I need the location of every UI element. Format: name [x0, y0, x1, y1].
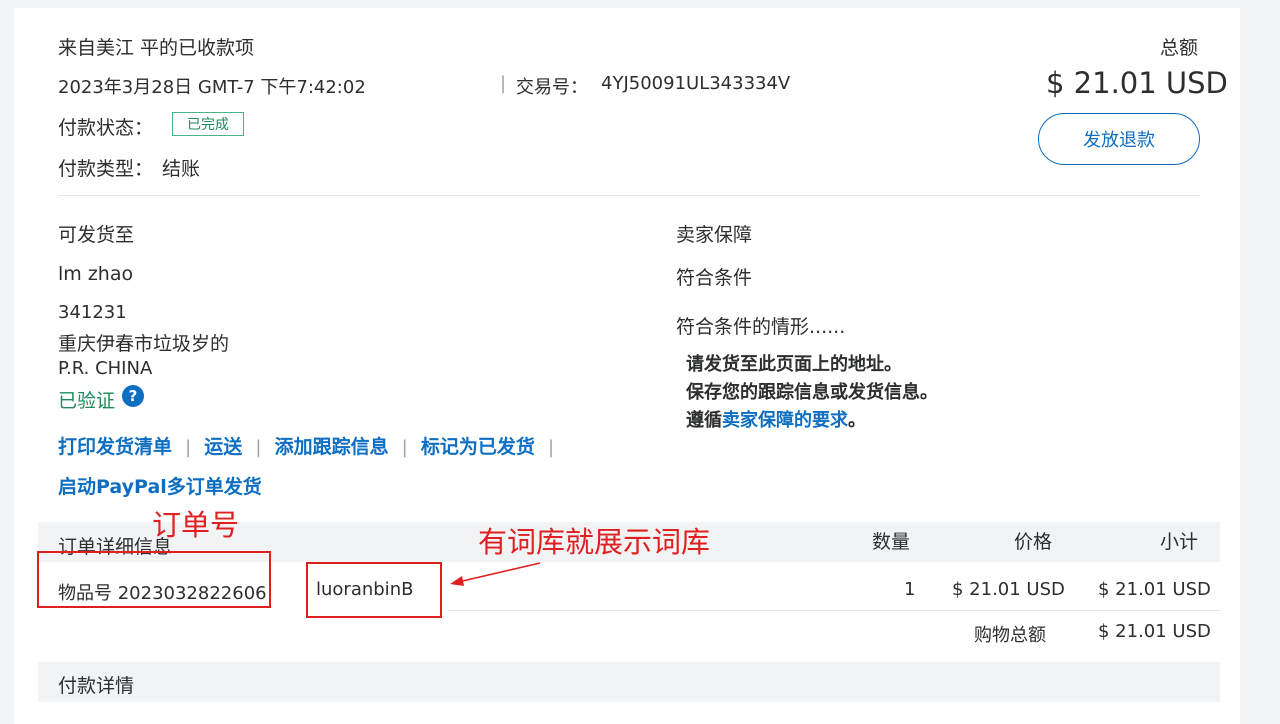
item-quantity: 1 [904, 579, 916, 600]
transaction-datetime: 2023年3月28日 GMT-7 下午7:42:02 [58, 77, 366, 98]
payment-from-label: 来自美江 平的已收款项 [58, 37, 255, 59]
condition-line-3-prefix: 遵循 [686, 410, 722, 431]
mark-shipped-link[interactable]: 标记为已发货 [421, 436, 535, 458]
seller-protection-requirements-link[interactable]: 卖家保障的要求 [722, 410, 848, 431]
payment-details-header [38, 662, 1220, 702]
item-price: $ 21.01 USD [952, 579, 1065, 600]
multi-order-shipping-link[interactable]: 启动PayPal多订单发货 [58, 472, 262, 499]
total-label: 总额 [1160, 37, 1199, 59]
transaction-id: 4YJ50091UL343334V [601, 73, 791, 94]
column-quantity: 数量 [872, 531, 911, 553]
annotation-order-number: 订单号 [152, 508, 240, 542]
total-amount: $ 21.01 USD [1046, 66, 1228, 100]
condition-line-2: 保存您的跟踪信息或发货信息。 [686, 382, 938, 403]
condition-line-1: 请发货至此页面上的地址。 [686, 354, 902, 375]
help-icon[interactable]: ? [122, 385, 144, 407]
column-price: 价格 [1014, 531, 1053, 553]
cart-total-label: 购物总额 [974, 625, 1046, 646]
shipping-actions: 打印发货清单 | 运送 | 添加跟踪信息 | 标记为已发货 | [58, 432, 562, 459]
divider [58, 195, 1200, 196]
ship-to-title: 可发货至 [58, 224, 135, 246]
cart-total-value: $ 21.01 USD [1098, 621, 1211, 642]
payment-details-title: 付款详情 [58, 675, 135, 697]
seller-protection-title: 卖家保障 [676, 224, 753, 246]
payment-type-label: 付款类型： [58, 158, 154, 180]
annotation-box-item-number [37, 551, 271, 608]
separator: | [255, 437, 262, 458]
ship-link[interactable]: 运送 [204, 436, 242, 458]
separator: | [185, 437, 192, 458]
column-subtotal: 小计 [1160, 531, 1199, 553]
payment-type-value: 结账 [162, 158, 201, 180]
conditions-title: 符合条件的情形...... [676, 316, 846, 338]
print-packing-slip-link[interactable]: 打印发货清单 [58, 436, 172, 458]
country: P.R. CHINA [58, 358, 153, 379]
item-subtotal: $ 21.01 USD [1098, 579, 1211, 600]
condition-line-3-suffix: 。 [848, 410, 866, 431]
eligibility-status: 符合条件 [676, 267, 753, 289]
issue-refund-button[interactable]: 发放退款 [1038, 113, 1200, 165]
separator: | [401, 437, 408, 458]
status-badge: 已完成 [172, 112, 244, 136]
postal-code: 341231 [58, 302, 127, 323]
divider [448, 610, 1220, 611]
recipient-name: lm zhao [58, 263, 134, 285]
condition-line-3: 遵循卖家保障的要求。 [686, 406, 866, 432]
annotation-arrow-icon [450, 562, 541, 586]
verified-status: 已验证 [58, 390, 116, 412]
separator: | [500, 73, 507, 94]
annotation-box-item-name [306, 562, 442, 618]
address-line: 重庆伊春市垃圾岁的 [58, 333, 230, 355]
add-tracking-link[interactable]: 添加跟踪信息 [275, 436, 389, 458]
transaction-id-label: 交易号： [516, 77, 588, 98]
separator: | [547, 437, 555, 458]
payment-status-label: 付款状态： [58, 117, 154, 139]
